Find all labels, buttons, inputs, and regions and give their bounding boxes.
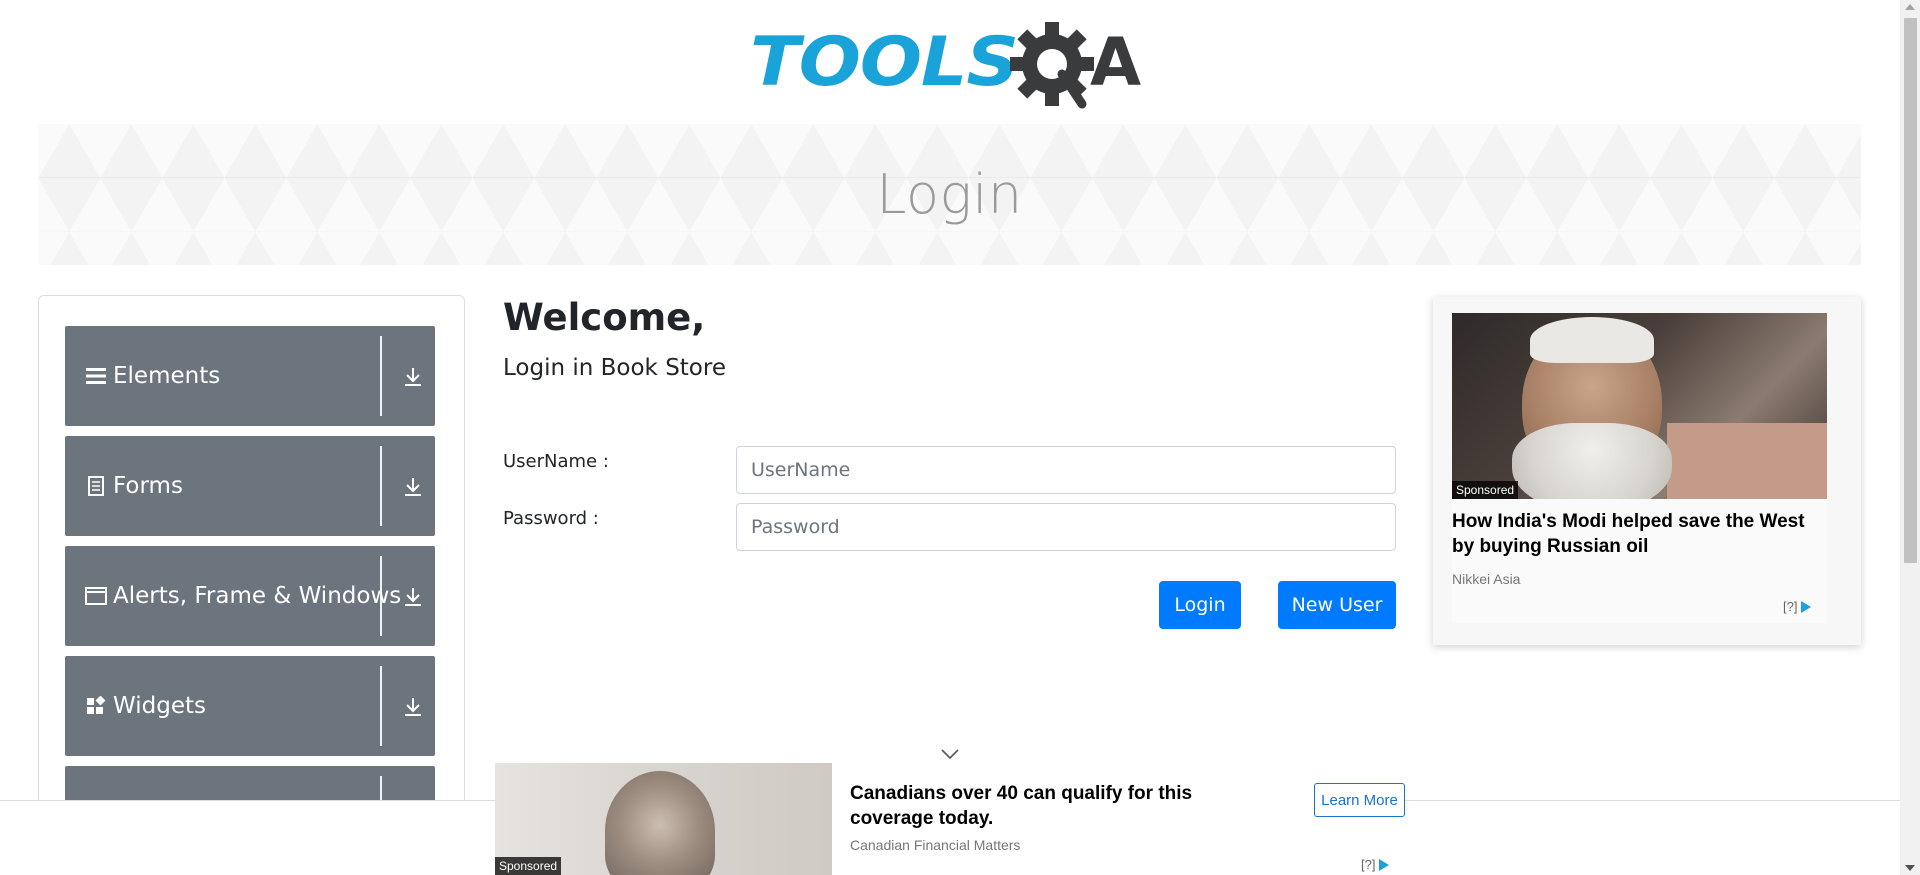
username-input[interactable] — [736, 446, 1396, 494]
password-input[interactable] — [736, 503, 1396, 551]
login-button[interactable]: Login — [1159, 581, 1241, 629]
page-banner: Login — [38, 124, 1861, 265]
ad-image-coat — [1667, 423, 1827, 499]
page-scrollbar[interactable] — [1900, 0, 1920, 875]
password-label: Password : — [503, 508, 599, 529]
logo-a-text: A — [1090, 24, 1141, 101]
welcome-heading: Welcome, — [503, 296, 706, 339]
adchoices[interactable]: [?] — [1361, 857, 1390, 872]
download-icon — [401, 694, 425, 718]
learn-more-button[interactable]: Learn More — [1314, 783, 1405, 817]
ad-image-beard — [1512, 423, 1672, 499]
divider — [380, 556, 382, 636]
hamburger-icon — [85, 365, 107, 387]
adchoices-icon — [1379, 858, 1390, 871]
toolsqa-logo-graphic: TOOLS A — [750, 22, 1141, 109]
ad-card[interactable]: Sponsored How India's Modi helped save t… — [1452, 313, 1827, 623]
divider — [380, 446, 382, 526]
gear-icon — [1010, 22, 1094, 109]
ad-image[interactable]: Sponsored — [1452, 313, 1827, 499]
scroll-up-icon[interactable] — [1905, 4, 1915, 10]
document-icon — [85, 475, 107, 497]
ad-image-hair — [1530, 317, 1654, 363]
sidebar-group-widgets[interactable]: Widgets — [65, 656, 435, 756]
scrollbar-thumb[interactable] — [1904, 18, 1917, 563]
bottom-ad[interactable]: Sponsored Canadians over 40 can qualify … — [495, 763, 1405, 875]
bottom-ad-headline[interactable]: Canadians over 40 can qualify for this c… — [850, 781, 1250, 831]
adchoices[interactable]: [?] — [1783, 599, 1812, 614]
username-label: UserName : — [503, 451, 609, 472]
adchoices-icon — [1801, 600, 1812, 613]
sidebar-group-forms[interactable]: Forms — [65, 436, 435, 536]
sidebar-group-alerts-frame-windows[interactable]: Alerts, Frame & Windows — [65, 546, 435, 646]
download-icon — [401, 364, 425, 388]
sidebar-group-label: Forms — [113, 473, 183, 499]
toolsqa-logo[interactable]: TOOLS A — [750, 18, 1155, 114]
download-icon — [401, 474, 425, 498]
widgets-icon — [85, 695, 107, 717]
sponsored-tag: Sponsored — [1452, 481, 1519, 499]
sidebar-group-label: Elements — [113, 363, 221, 389]
adchoices-label: [?] — [1783, 599, 1798, 614]
download-icon — [401, 584, 425, 608]
ad-source[interactable]: Nikkei Asia — [1452, 571, 1520, 587]
new-user-button[interactable]: New User — [1278, 581, 1396, 629]
ad-headline[interactable]: How India's Modi helped save the West by… — [1452, 509, 1827, 559]
sponsored-tag: Sponsored — [495, 857, 562, 875]
bottom-ad-image[interactable]: Sponsored — [495, 763, 832, 875]
logo-tools-text: TOOLS — [750, 23, 1018, 102]
divider — [380, 666, 382, 746]
sidebar-group-label: Alerts, Frame & Windows — [113, 583, 402, 609]
sidebar-group-elements[interactable]: Elements — [65, 326, 435, 426]
scroll-down-icon[interactable] — [1905, 865, 1915, 871]
login-subtitle: Login in Book Store — [503, 355, 726, 381]
adchoices-label: [?] — [1361, 857, 1376, 872]
window-icon — [85, 585, 107, 607]
left-sidebar: Elements Forms Alerts, Frame & Windows W… — [38, 295, 465, 815]
bottom-ad-source[interactable]: Canadian Financial Matters — [850, 837, 1020, 853]
divider — [380, 336, 382, 416]
sidebar-ad[interactable]: Sponsored How India's Modi helped save t… — [1433, 297, 1861, 645]
chevron-down-icon[interactable] — [940, 745, 960, 760]
bottom-ad-image-person — [605, 771, 715, 875]
sidebar-group-label: Widgets — [113, 693, 206, 719]
page-title: Login — [876, 163, 1023, 226]
